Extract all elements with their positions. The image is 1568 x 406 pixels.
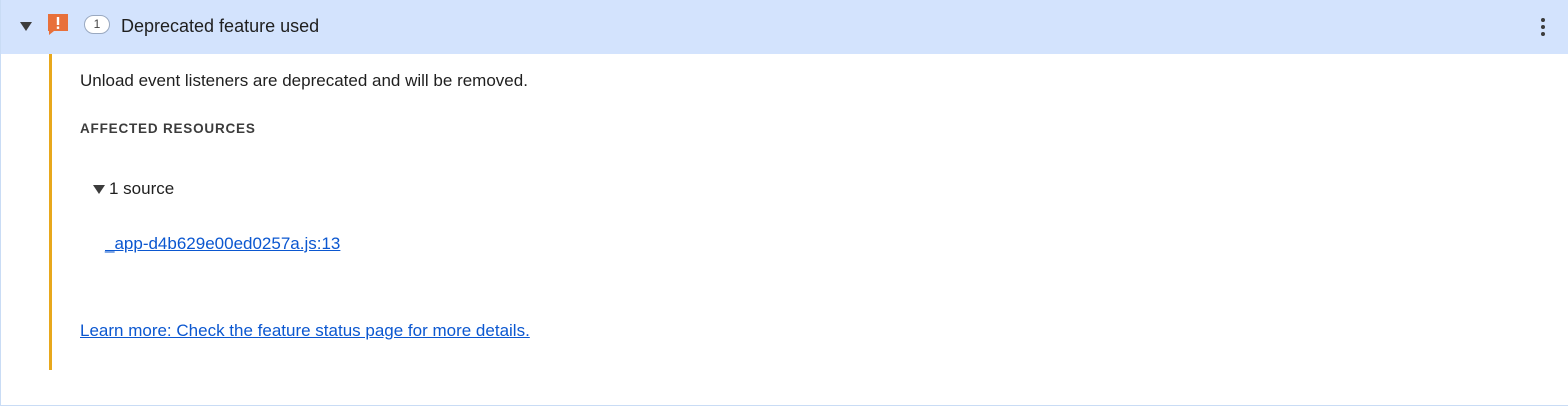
more-options-icon[interactable] <box>1534 15 1552 39</box>
learn-more-link[interactable]: Learn more: Check the feature status pag… <box>80 320 530 342</box>
expand-arrow-icon[interactable] <box>20 22 32 31</box>
affected-resources-heading: AFFECTED RESOURCES <box>80 121 256 136</box>
issue-count-badge: 1 <box>84 15 110 34</box>
issue-title: Deprecated feature used <box>121 16 320 36</box>
issue-body: Unload event listeners are deprecated an… <box>49 54 1549 370</box>
issue-header[interactable]: 1 Deprecated feature used <box>1 0 1568 54</box>
source-file-link[interactable]: _app-d4b629e00ed0257a.js:13 <box>105 233 340 255</box>
warning-icon <box>48 14 68 35</box>
sources-count-label: 1 source <box>109 179 175 198</box>
issue-description: Unload event listeners are deprecated an… <box>80 71 528 90</box>
sources-toggle[interactable]: 1 source <box>93 178 174 200</box>
issue-panel: 1 Deprecated feature used Unload event l… <box>0 0 1568 406</box>
collapse-arrow-icon <box>93 184 105 194</box>
